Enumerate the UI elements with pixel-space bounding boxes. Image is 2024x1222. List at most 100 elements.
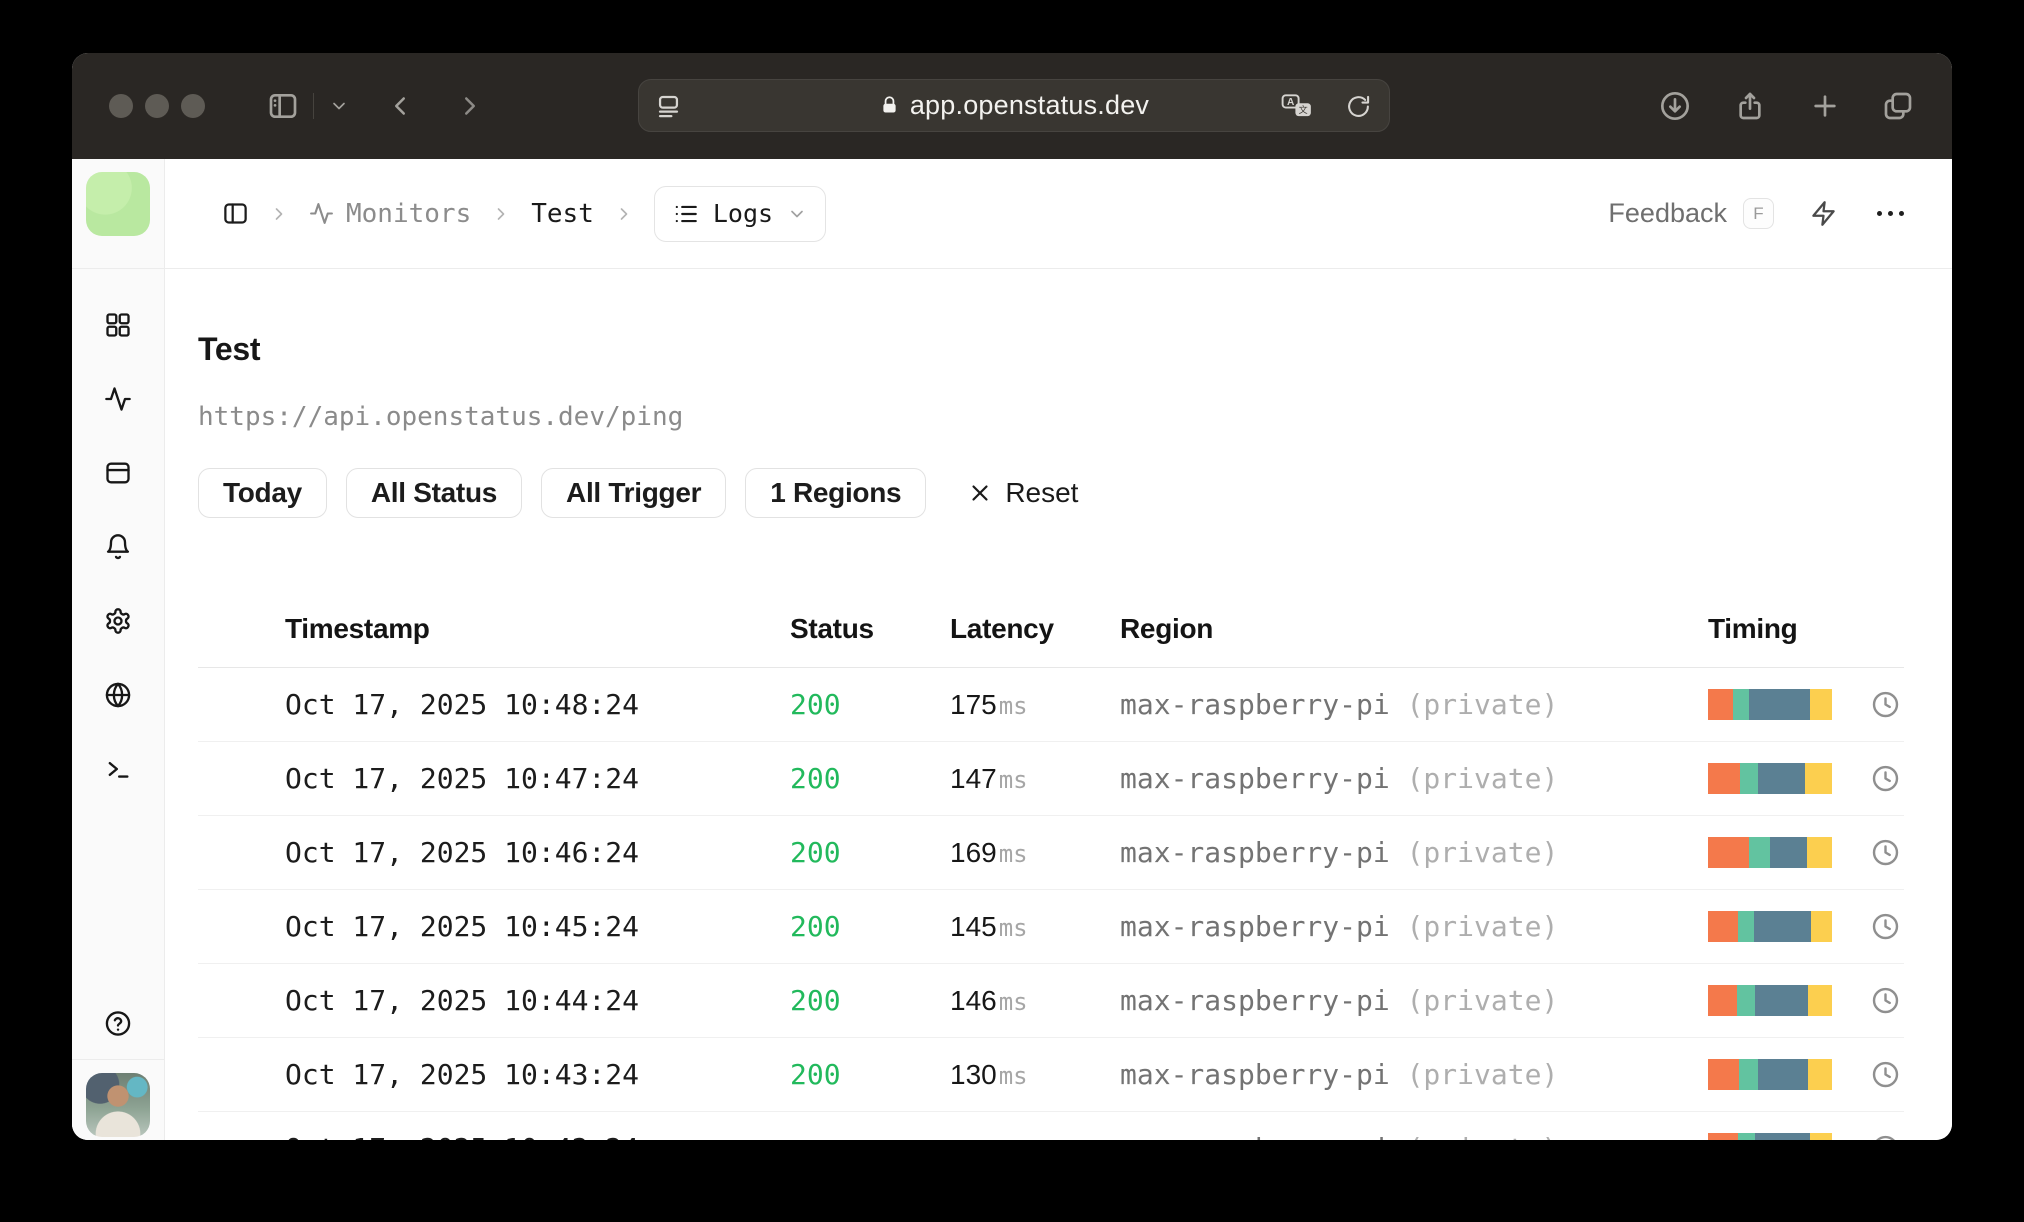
forward-button[interactable] (448, 84, 492, 128)
help-button[interactable] (104, 1009, 132, 1037)
workspace-avatar[interactable] (86, 172, 150, 236)
browser-window: app.openstatus.dev A 文 Monitors Test Log… (72, 53, 1952, 1140)
row-timestamp: Oct 17, 2025 10:43:24 (285, 1058, 640, 1091)
sidebar-toggle-button[interactable] (261, 84, 305, 128)
zoom-window-button[interactable] (181, 94, 205, 118)
share-button[interactable] (1728, 84, 1772, 128)
table-row[interactable]: Oct 17, 2025 10:44:24 200 146 ms max-ras… (198, 964, 1904, 1038)
table-row[interactable]: Oct 17, 2025 10:48:24 200 175 ms max-ras… (198, 668, 1904, 742)
close-window-button[interactable] (109, 94, 133, 118)
reload-icon[interactable] (1346, 94, 1371, 119)
translate-icon[interactable]: A 文 (1281, 93, 1313, 120)
sidebar-item-cli[interactable] (104, 755, 132, 783)
page-title: Test (198, 331, 261, 367)
sidebar-item-notifications[interactable] (104, 533, 132, 561)
table-row[interactable]: Oct 17, 2025 10:45:24 200 145 ms max-ras… (198, 890, 1904, 964)
timing-segment (1736, 985, 1756, 1016)
app-sidebar-toggle-button[interactable] (221, 200, 249, 228)
help-circle-icon (105, 1010, 131, 1036)
row-region-cell: max-raspberry-pi (private) (1120, 762, 1708, 795)
timing-segment (1807, 837, 1832, 868)
row-latency-value: 147 (950, 762, 997, 794)
row-timing-bar (1708, 689, 1832, 720)
row-latency-value: 146 (950, 984, 997, 1016)
main-panel: Monitors Test Logs Feedback F Test https… (165, 159, 1952, 1140)
logs-table-header: Timestamp Status Latency Region Timing (198, 590, 1904, 668)
sidebar-item-regions[interactable] (104, 681, 132, 709)
chevron-right-icon (491, 204, 511, 224)
minimize-window-button[interactable] (145, 94, 169, 118)
sidebar-divider (72, 1059, 164, 1060)
row-region: max-raspberry-pi (1120, 688, 1390, 721)
filter-regions-button[interactable]: 1 Regions (745, 468, 927, 518)
quick-actions-button[interactable] (1810, 200, 1837, 227)
bell-icon (106, 534, 130, 560)
address-url: app.openstatus.dev (909, 90, 1150, 120)
table-row[interactable]: Oct 17, 2025 10:47:24 200 147 ms max-ras… (198, 742, 1904, 816)
row-status: 200 (790, 910, 841, 943)
filter-trigger-button[interactable]: All Trigger (541, 468, 727, 518)
timing-segment (1748, 837, 1770, 868)
back-button[interactable] (378, 84, 422, 128)
clock-icon (1871, 1060, 1900, 1089)
row-region-badge: (private) (1406, 910, 1559, 943)
app-shell: Monitors Test Logs Feedback F Test https… (72, 159, 1952, 1140)
panel-top-icon (106, 462, 130, 484)
reset-filters-button[interactable]: Reset (967, 477, 1078, 509)
timing-segment (1757, 763, 1805, 794)
sidebar-item-status-pages[interactable] (104, 459, 132, 487)
timing-segment (1739, 1059, 1758, 1090)
new-tab-button[interactable] (1803, 84, 1847, 128)
timing-segment (1809, 1133, 1832, 1140)
row-latency-unit: ms (998, 913, 1028, 942)
app-header: Monitors Test Logs Feedback F (165, 159, 1952, 269)
timing-segment (1737, 1133, 1756, 1140)
feedback-button[interactable]: Feedback F (1608, 198, 1774, 229)
feedback-shortcut-badge: F (1743, 198, 1774, 229)
timing-segment (1808, 985, 1832, 1016)
row-region-cell: max-raspberry-pi (private) (1120, 688, 1708, 721)
breadcrumb-monitor-name[interactable]: Test (531, 199, 594, 229)
reset-label: Reset (1005, 477, 1079, 508)
more-options-button[interactable] (1877, 211, 1904, 216)
row-region-cell: max-raspberry-pi (private) (1120, 1132, 1708, 1140)
breadcrumb-monitors[interactable]: Monitors (309, 199, 471, 229)
timing-segment (1737, 911, 1754, 942)
clock-icon (1871, 1134, 1900, 1140)
row-region-cell: max-raspberry-pi (private) (1120, 1058, 1708, 1091)
filter-status-button[interactable]: All Status (345, 468, 523, 518)
filters-bar: Today All Status All Trigger 1 Regions R… (198, 468, 1904, 518)
sidebar-item-dashboard[interactable] (104, 311, 132, 339)
page-content: Test https://api.openstatus.dev/ping Tod… (165, 269, 1952, 1140)
terminal-icon (108, 762, 129, 778)
filter-period-button[interactable]: Today (198, 468, 327, 518)
col-region: Region (1120, 612, 1214, 644)
tab-overview-button[interactable] (1876, 84, 1920, 128)
sidebar-item-settings[interactable] (104, 607, 132, 635)
svg-text:文: 文 (1299, 104, 1308, 116)
table-row[interactable]: Oct 17, 2025 10:43:24 200 130 ms max-ras… (198, 1038, 1904, 1112)
chrome-separator (313, 93, 314, 119)
row-region: max-raspberry-pi (1120, 762, 1390, 795)
view-selector-dropdown[interactable]: Logs (653, 185, 827, 242)
browser-chrome: app.openstatus.dev A 文 (72, 53, 1952, 159)
col-timing: Timing (1708, 612, 1798, 644)
row-region: max-raspberry-pi (1120, 1132, 1390, 1140)
row-timing-bar (1708, 1059, 1832, 1090)
row-region-badge: (private) (1406, 762, 1559, 795)
zap-icon (1812, 201, 1835, 226)
table-row[interactable]: Oct 17, 2025 10:46:24 200 169 ms max-ras… (198, 816, 1904, 890)
globe-icon (105, 682, 131, 708)
sidebar-menu-chevron[interactable] (320, 84, 358, 128)
sidebar-item-monitors[interactable] (104, 385, 132, 413)
address-bar[interactable]: app.openstatus.dev A 文 (638, 79, 1390, 132)
row-timestamp: Oct 17, 2025 10:42:24 (285, 1132, 790, 1140)
table-row[interactable]: Oct 17, 2025 10:42:24 max-raspberry-pi (… (198, 1112, 1904, 1140)
row-latency-unit: ms (998, 839, 1028, 868)
timing-segment (1708, 689, 1733, 720)
row-timestamp: Oct 17, 2025 10:46:24 (285, 836, 640, 869)
row-latency-unit: ms (998, 987, 1028, 1016)
downloads-button[interactable] (1653, 84, 1697, 128)
user-avatar[interactable] (86, 1073, 150, 1137)
row-timestamp: Oct 17, 2025 10:44:24 (285, 984, 640, 1017)
